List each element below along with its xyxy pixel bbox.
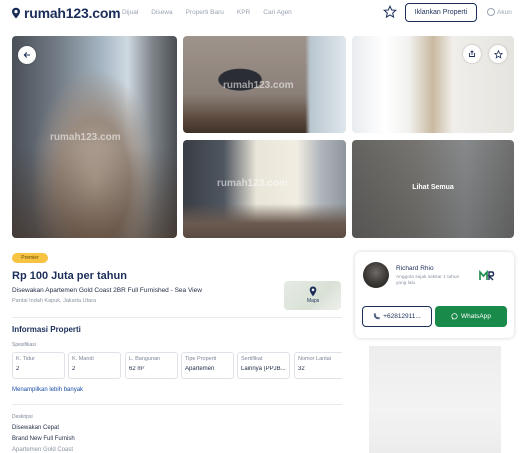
site-logo[interactable]: rumah123.com: [10, 5, 121, 21]
share-button[interactable]: [463, 45, 481, 63]
arrow-left-icon: [23, 52, 30, 58]
logo-text: rumah123.com: [24, 5, 121, 21]
spec-value: 62 m²: [129, 366, 145, 372]
top-header: rumah123.com Dijual Disewa Properti Baru…: [0, 0, 525, 26]
account-label: Akun: [497, 8, 512, 16]
photo-living-tv[interactable]: rumah123.com: [183, 36, 346, 133]
description-line: Apartemen Gold Coast: [12, 447, 74, 453]
section-divider: [12, 404, 342, 405]
favorite-star-icon[interactable]: [383, 5, 397, 19]
spec-certificate: Sertifikat Lainnya (PPJB...: [237, 352, 290, 379]
agent-avatar[interactable]: [363, 262, 389, 288]
listing-price: Rp 100 Juta per tahun: [12, 270, 127, 282]
whatsapp-label: WhatsApp: [461, 313, 491, 320]
location-pin-icon: [12, 7, 20, 19]
nav-item-kpr[interactable]: KPR: [237, 9, 250, 16]
spec-value: 2: [16, 366, 20, 372]
photo-watermark: rumah123.com: [217, 178, 288, 189]
advertisement-placeholder[interactable]: [369, 346, 501, 453]
advertise-property-button[interactable]: Iklankan Properti: [405, 3, 477, 22]
agency-logo-icon: [479, 270, 495, 281]
show-more-link[interactable]: Menampilkan lebih banyak: [12, 387, 83, 393]
whatsapp-icon: [451, 313, 458, 320]
spec-key: Sertifikat: [241, 356, 263, 362]
call-phone-button[interactable]: +62812911...: [362, 306, 432, 327]
spec-property-type: Tipe Properti Apartemen: [181, 352, 234, 379]
agent-member-since: Anggota sejak sekitar 1 tahun yang lalu: [396, 275, 460, 287]
map-pin-icon: [309, 286, 317, 297]
spec-value: Apartemen: [185, 366, 215, 372]
listing-title: Disewakan Apartemen Gold Coast 2BR Full …: [12, 287, 202, 294]
spec-value: 32: [298, 366, 305, 372]
spec-key: K. Tidur: [16, 356, 35, 362]
photo-bedroom-see-all[interactable]: Lihat Semua: [352, 140, 514, 238]
phone-icon: [373, 313, 380, 320]
whatsapp-button[interactable]: WhatsApp: [435, 306, 507, 327]
favorite-button[interactable]: [489, 45, 507, 63]
spec-bathrooms: K. Mandi 2: [68, 352, 121, 379]
share-icon: [469, 50, 475, 57]
account-icon: [487, 8, 495, 16]
premier-badge: Premier: [12, 253, 48, 263]
listing-location: Pantai Indah Kapuk, Jakarta Utara: [12, 298, 97, 304]
spec-key: L. Bangunan: [129, 356, 161, 362]
spec-value: Lainnya (PPJB...: [241, 366, 286, 372]
phone-label: +62812911...: [383, 313, 421, 320]
nav-item-disewa[interactable]: Disewa: [151, 9, 172, 16]
main-photo[interactable]: rumah123.com: [12, 36, 177, 238]
spec-bedrooms: K. Tidur 2: [12, 352, 65, 379]
photo-kitchen[interactable]: rumah123.com: [183, 140, 346, 238]
nav-item-dijual[interactable]: Dijual: [122, 9, 138, 16]
agent-card: Richard Rhio Anggota sejak sekitar 1 tah…: [355, 252, 514, 338]
spec-value: 2: [72, 366, 76, 372]
spec-building-area: L. Bangunan 62 m²: [125, 352, 178, 379]
nav-item-properti-baru[interactable]: Properti Baru: [186, 9, 224, 16]
spec-floor-number: Nomor Lantai 32: [294, 352, 342, 379]
spec-key: Nomor Lantai: [298, 356, 332, 362]
star-icon: [493, 49, 503, 59]
description-line: Disewakan Cepat: [12, 425, 60, 431]
agent-name[interactable]: Richard Rhio: [396, 265, 434, 272]
map-thumbnail[interactable]: Maps: [284, 281, 341, 310]
section-divider: [12, 317, 342, 318]
spec-key: Tipe Properti: [185, 356, 217, 362]
map-label: Maps: [307, 298, 320, 304]
description-line: Brand New Full Furnish: [12, 436, 75, 442]
see-all-photos-label[interactable]: Lihat Semua: [352, 184, 514, 191]
spec-label: Spesifikasi: [12, 342, 36, 348]
account-menu[interactable]: Akun: [487, 8, 512, 16]
nav-item-cari-agen[interactable]: Cari Agen: [263, 9, 292, 16]
main-nav: Dijual Disewa Properti Baru KPR Cari Age…: [122, 9, 305, 16]
back-button[interactable]: [18, 46, 36, 64]
photo-watermark: rumah123.com: [50, 132, 121, 143]
description-label: Deskripsi: [12, 414, 33, 420]
photo-wardrobe[interactable]: [352, 36, 514, 133]
property-info-title: Informasi Properti: [12, 325, 81, 334]
photo-watermark: rumah123.com: [223, 80, 294, 91]
spec-key: K. Mandi: [72, 356, 94, 362]
